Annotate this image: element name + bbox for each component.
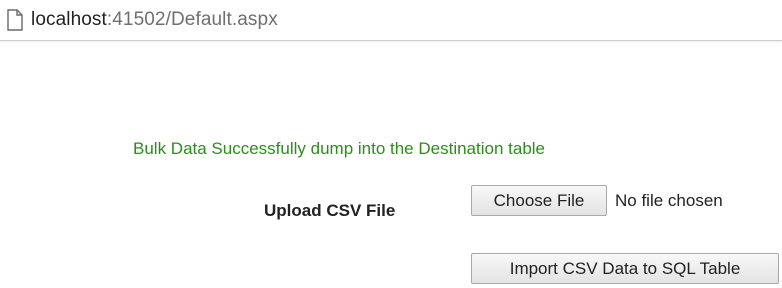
address-bar[interactable]: localhost:41502/Default.aspx	[0, 0, 782, 41]
url-path: :41502/Default.aspx	[106, 9, 278, 30]
file-status-text: No file chosen	[615, 191, 723, 210]
status-message: Bulk Data Successfully dump into the Des…	[133, 139, 546, 158]
import-csv-button[interactable]: Import CSV Data to SQL Table	[471, 253, 779, 284]
url-host: localhost	[31, 9, 107, 30]
page-icon	[7, 9, 23, 31]
url-text[interactable]: localhost:41502/Default.aspx	[31, 8, 278, 32]
choose-file-button[interactable]: Choose File	[471, 185, 607, 216]
upload-csv-label: Upload CSV File	[264, 201, 396, 220]
